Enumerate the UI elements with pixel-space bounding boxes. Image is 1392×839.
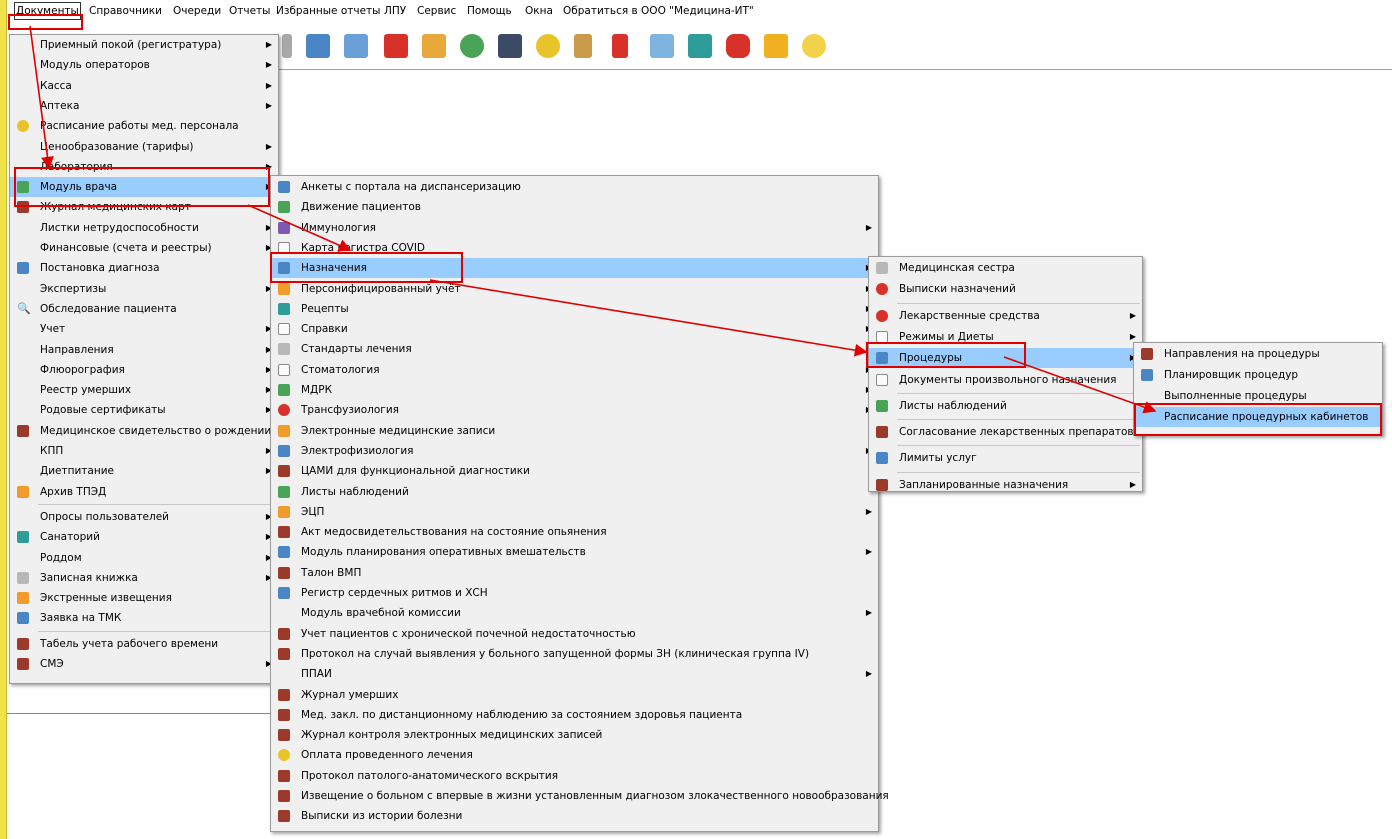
annotation-arrows xyxy=(29,25,1157,414)
arrow-documents-to-doctor xyxy=(29,25,54,170)
arrow-doctor-to-prescriptions xyxy=(247,204,352,252)
arrow-prescriptions-to-procedures xyxy=(429,279,868,357)
arrow-procedures-to-rooms xyxy=(1003,356,1157,414)
